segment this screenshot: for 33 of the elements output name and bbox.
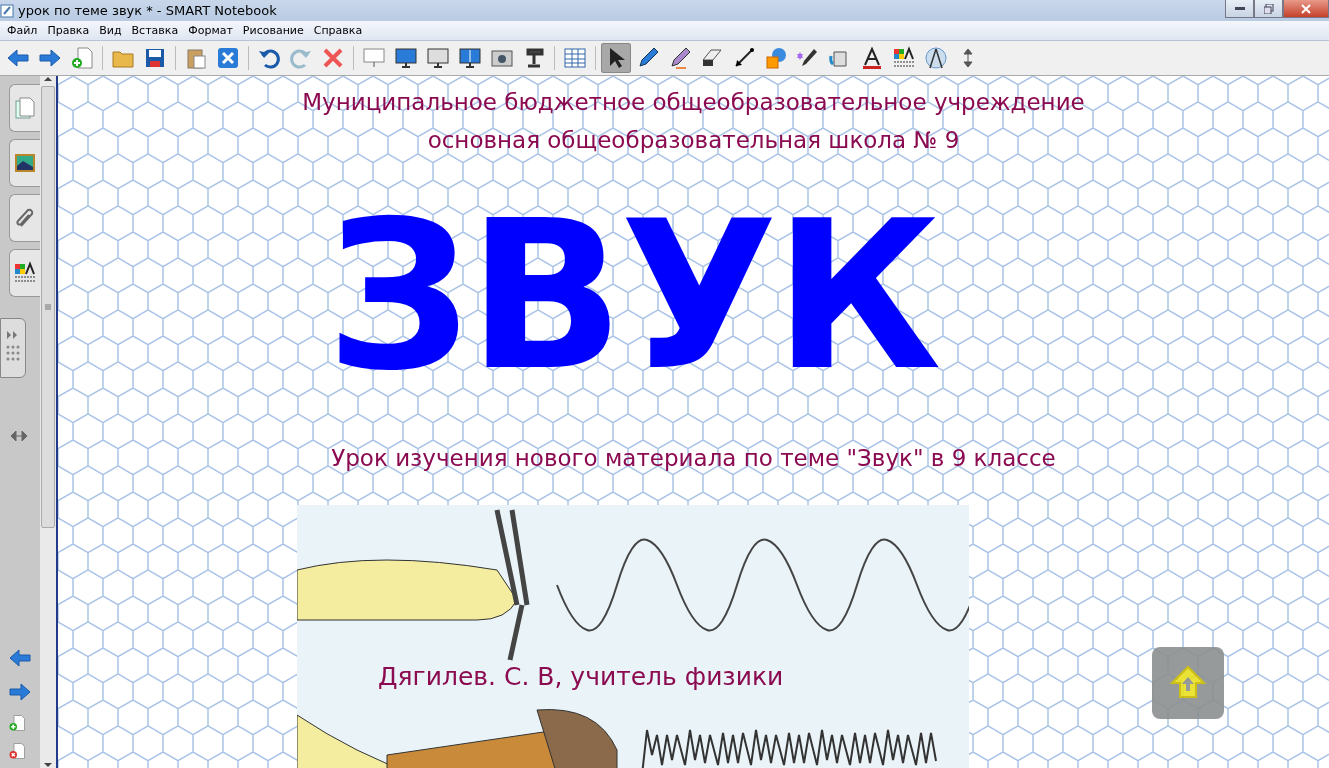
- paperclip-tab[interactable]: [9, 194, 40, 242]
- restore-button[interactable]: [1254, 0, 1283, 18]
- picture-tab[interactable]: [9, 139, 40, 187]
- slide-title: ЗВУК: [326, 194, 938, 399]
- properties-tab[interactable]: [9, 249, 40, 297]
- grip-icon: [45, 304, 51, 310]
- scroll-down-icon[interactable]: [44, 762, 52, 768]
- minimize-button[interactable]: [1225, 0, 1254, 18]
- heading-text: основная общеобразовательная школа № 9: [426, 127, 961, 153]
- scroll-thumb[interactable]: [41, 86, 55, 528]
- menu-item[interactable]: Файл: [2, 24, 43, 37]
- close-icon: [1301, 3, 1311, 14]
- picture-icon: [13, 151, 37, 175]
- menu-item[interactable]: Рисование: [237, 24, 309, 37]
- menu-item[interactable]: Вставка: [126, 24, 184, 37]
- author-text: Дягилев. С. В, учитель физики: [378, 662, 784, 691]
- menu-item[interactable]: Вид: [94, 24, 127, 37]
- heading-text: Муниципальное бюджетное общеобразовательное учреждение: [301, 89, 1086, 115]
- close-button[interactable]: [1283, 0, 1329, 18]
- panel-toggle-handle[interactable]: [0, 318, 26, 378]
- scrollbar[interactable]: [40, 76, 58, 768]
- window-title: урок по теме звук * - SMART Notebook: [18, 3, 277, 18]
- properties-icon: [13, 261, 37, 285]
- minimize-icon: [1234, 6, 1245, 11]
- restore-icon: [1263, 3, 1274, 14]
- subtitle-text: Урок изучения нового материала по теме "Звук" в 9 классе: [330, 445, 1057, 471]
- menu-item[interactable]: Правка: [42, 24, 95, 37]
- pages-icon: [13, 96, 37, 120]
- menu-item[interactable]: Справка: [308, 24, 368, 37]
- horizontal-arrows-icon[interactable]: [11, 431, 27, 441]
- app-logo-icon: [0, 3, 14, 18]
- cursor-icon[interactable]: [601, 43, 631, 73]
- menu-item[interactable]: Формат: [183, 24, 238, 37]
